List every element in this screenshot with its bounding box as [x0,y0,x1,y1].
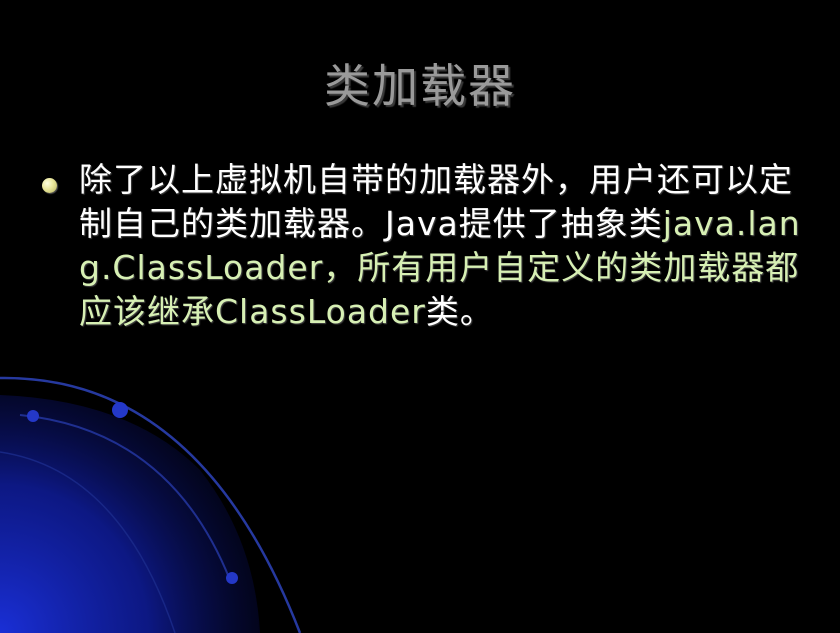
bullet-item: 除了以上虚拟机自带的加载器外，用户还可以定制自己的类加载器。Java提供了抽象类… [42,158,812,334]
slide-title: 类加载器 [324,59,516,113]
blue-glow-shape [0,395,260,633]
arc-dot-3 [226,572,238,584]
arc-dot-1 [112,402,128,418]
bullet-text-end: 类。 [425,292,494,331]
bullet-text: 除了以上虚拟机自带的加载器外，用户还可以定制自己的类加载器。Java提供了抽象类… [79,158,812,334]
bullet-dot-icon [42,178,57,193]
arc-dot-2 [27,410,39,422]
slide-body: 除了以上虚拟机自带的加载器外，用户还可以定制自己的类加载器。Java提供了抽象类… [42,158,812,334]
slide: 类加载器 除了以上虚拟机自带的加载器外，用户还可以定制自己的类加载器。Java提… [0,0,840,633]
